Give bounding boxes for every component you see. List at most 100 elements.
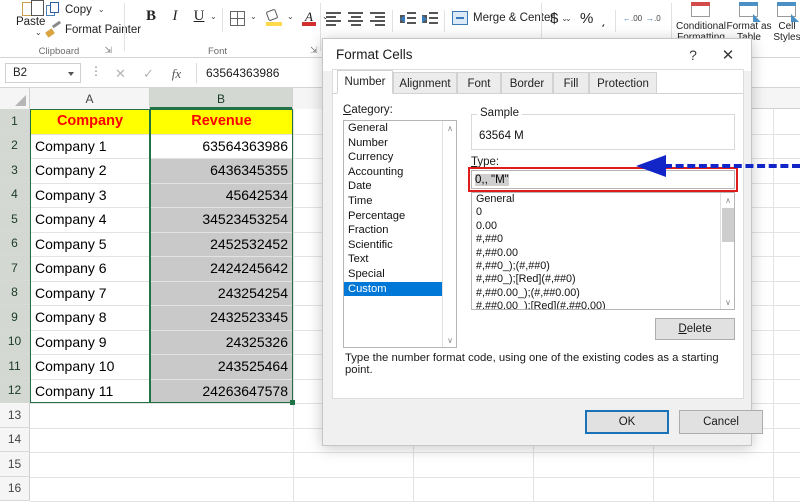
conditional-formatting-button[interactable]: Conditional Formatting [676, 1, 726, 43]
format-painter-button[interactable]: Format Painter [45, 20, 141, 38]
font-dialog-launcher[interactable]: ⇲ [310, 45, 318, 56]
cell-a11-company[interactable]: Company 10 [30, 354, 150, 379]
fill-color-dropdown[interactable]: ⌄ [287, 12, 294, 21]
category-item-accounting[interactable]: Accounting [344, 165, 456, 180]
font-color-button[interactable]: A [302, 9, 316, 26]
category-item-custom[interactable]: Custom [344, 281, 456, 297]
format-code-item-0[interactable]: General [472, 193, 734, 206]
cell-b12-revenue[interactable]: 24263647578 [150, 378, 293, 403]
category-item-scientific[interactable]: Scientific [344, 238, 456, 253]
column-header-b[interactable]: B [150, 88, 293, 109]
row-header-12[interactable]: 12 [0, 378, 30, 403]
borders-button[interactable] [230, 11, 245, 26]
cell-a5-company[interactable]: Company 4 [30, 207, 150, 232]
category-item-general[interactable]: General [344, 121, 456, 136]
category-item-percentage[interactable]: Percentage [344, 209, 456, 224]
help-icon[interactable]: ? [680, 45, 706, 65]
row-header-15[interactable]: 15 [0, 452, 30, 477]
dialog-tab-font[interactable]: Font [457, 72, 501, 94]
fill-color-button[interactable] [265, 8, 282, 26]
currency-dropdown[interactable]: ⌄ [565, 14, 572, 23]
cell-b11-revenue[interactable]: 243525464 [150, 354, 293, 379]
dialog-tab-protection[interactable]: Protection [589, 72, 657, 94]
cell-b4-revenue[interactable]: 45642534 [150, 182, 293, 207]
formula-bar-options-icon[interactable]: ⋮ [90, 64, 102, 78]
cell-b10-revenue[interactable]: 24325326 [150, 329, 293, 354]
cell-b6-revenue[interactable]: 2452532452 [150, 231, 293, 256]
underline-dropdown[interactable]: ⌄ [210, 12, 217, 21]
clipboard-dialog-launcher[interactable]: ⇲ [104, 45, 112, 56]
row-header-9[interactable]: 9 [0, 305, 30, 330]
increase-decimal-button[interactable]: ← .00 [623, 14, 642, 23]
cell-a2-company[interactable]: Company 1 [30, 134, 150, 159]
cell-b3-revenue[interactable]: 6436345355 [150, 158, 293, 183]
cell-a6-company[interactable]: Company 5 [30, 232, 150, 257]
scroll-up-icon[interactable]: ∧ [443, 121, 456, 135]
row-header-8[interactable]: 8 [0, 280, 30, 305]
bold-button[interactable]: B [142, 8, 160, 25]
cell-b1-revenue-header[interactable]: Revenue [150, 109, 293, 134]
row-header-1[interactable]: 1 [0, 109, 30, 134]
borders-dropdown[interactable]: ⌄ [250, 12, 257, 21]
category-item-currency[interactable]: Currency [344, 150, 456, 165]
enter-formula-icon[interactable]: ✓ [140, 65, 157, 82]
comma-style-button[interactable]: ͵ [601, 10, 606, 28]
italic-button[interactable]: I [166, 8, 184, 25]
dialog-tab-border[interactable]: Border [501, 72, 553, 94]
cell-a10-company[interactable]: Company 9 [30, 330, 150, 355]
cell-a8-company[interactable]: Company 7 [30, 281, 150, 306]
paste-dropdown[interactable]: ⌄ [35, 28, 42, 37]
increase-indent-button[interactable] [422, 12, 438, 24]
cell-a12-company[interactable]: Company 11 [30, 379, 150, 404]
decrease-decimal-button[interactable]: → .0 [646, 14, 661, 23]
cell-b7-revenue[interactable]: 2424245642 [150, 256, 293, 281]
dialog-tab-number[interactable]: Number [337, 70, 393, 94]
format-code-item-2[interactable]: 0.00 [472, 220, 734, 233]
row-header-3[interactable]: 3 [0, 158, 30, 183]
ok-button[interactable]: OK [585, 410, 669, 434]
cell-styles-button[interactable]: Cell Styles [772, 1, 800, 43]
row-header-16[interactable]: 16 [0, 476, 30, 501]
category-scrollbar[interactable]: ∧ ∨ [442, 121, 456, 347]
paste-button[interactable]: Paste [16, 16, 45, 28]
close-icon[interactable]: ✕ [713, 45, 743, 65]
format-as-table-button[interactable]: Format as Table [727, 1, 772, 43]
row-header-2[interactable]: 2 [0, 133, 30, 158]
cell-b9-revenue[interactable]: 2432523345 [150, 305, 293, 330]
copy-button[interactable]: Copy ⌄ [46, 2, 105, 17]
format-code-item-6[interactable]: #,##0_);[Red](#,##0) [472, 273, 734, 286]
category-item-time[interactable]: Time [344, 194, 456, 209]
category-item-special[interactable]: Special [344, 267, 456, 282]
currency-button[interactable]: $ [550, 10, 558, 27]
format-code-item-7[interactable]: #,##0.00_);(#,##0.00) [472, 287, 734, 300]
row-header-10[interactable]: 10 [0, 329, 30, 354]
select-all-button[interactable] [0, 88, 30, 109]
format-code-item-8[interactable]: #,##0.00_);[Red](#,##0.00) [472, 300, 734, 309]
row-header-5[interactable]: 5 [0, 207, 30, 232]
fill-handle[interactable] [290, 400, 295, 405]
format-code-scrollbar[interactable]: ∧ ∨ [720, 193, 734, 309]
scroll-up-icon[interactable]: ∧ [721, 193, 734, 207]
category-item-date[interactable]: Date [344, 179, 456, 194]
cancel-formula-icon[interactable]: ✕ [112, 65, 129, 82]
row-header-6[interactable]: 6 [0, 231, 30, 256]
category-item-number[interactable]: Number [344, 136, 456, 151]
cell-a1-company-header[interactable]: Company [30, 109, 150, 134]
category-item-text[interactable]: Text [344, 252, 456, 267]
align-left-button[interactable] [326, 12, 341, 26]
dialog-tab-fill[interactable]: Fill [553, 72, 589, 94]
row-header-14[interactable]: 14 [0, 427, 30, 452]
row-header-4[interactable]: 4 [0, 182, 30, 207]
align-center-button[interactable] [348, 12, 363, 26]
row-header-13[interactable]: 13 [0, 403, 30, 428]
row-header-7[interactable]: 7 [0, 256, 30, 281]
column-header-a[interactable]: A [30, 88, 150, 109]
cell-a9-company[interactable]: Company 8 [30, 305, 150, 330]
cell-a4-company[interactable]: Company 3 [30, 183, 150, 208]
row-header-11[interactable]: 11 [0, 354, 30, 379]
format-code-list[interactable]: General 0 0.00 #,##0 #,##0.00 #,##0_);(#,##0)… [471, 192, 735, 310]
format-code-item-1[interactable]: 0 [472, 206, 734, 219]
cell-a3-company[interactable]: Company 2 [30, 158, 150, 183]
format-code-item-5[interactable]: #,##0_);(#,##0) [472, 260, 734, 273]
cancel-button[interactable]: Cancel [679, 410, 763, 434]
